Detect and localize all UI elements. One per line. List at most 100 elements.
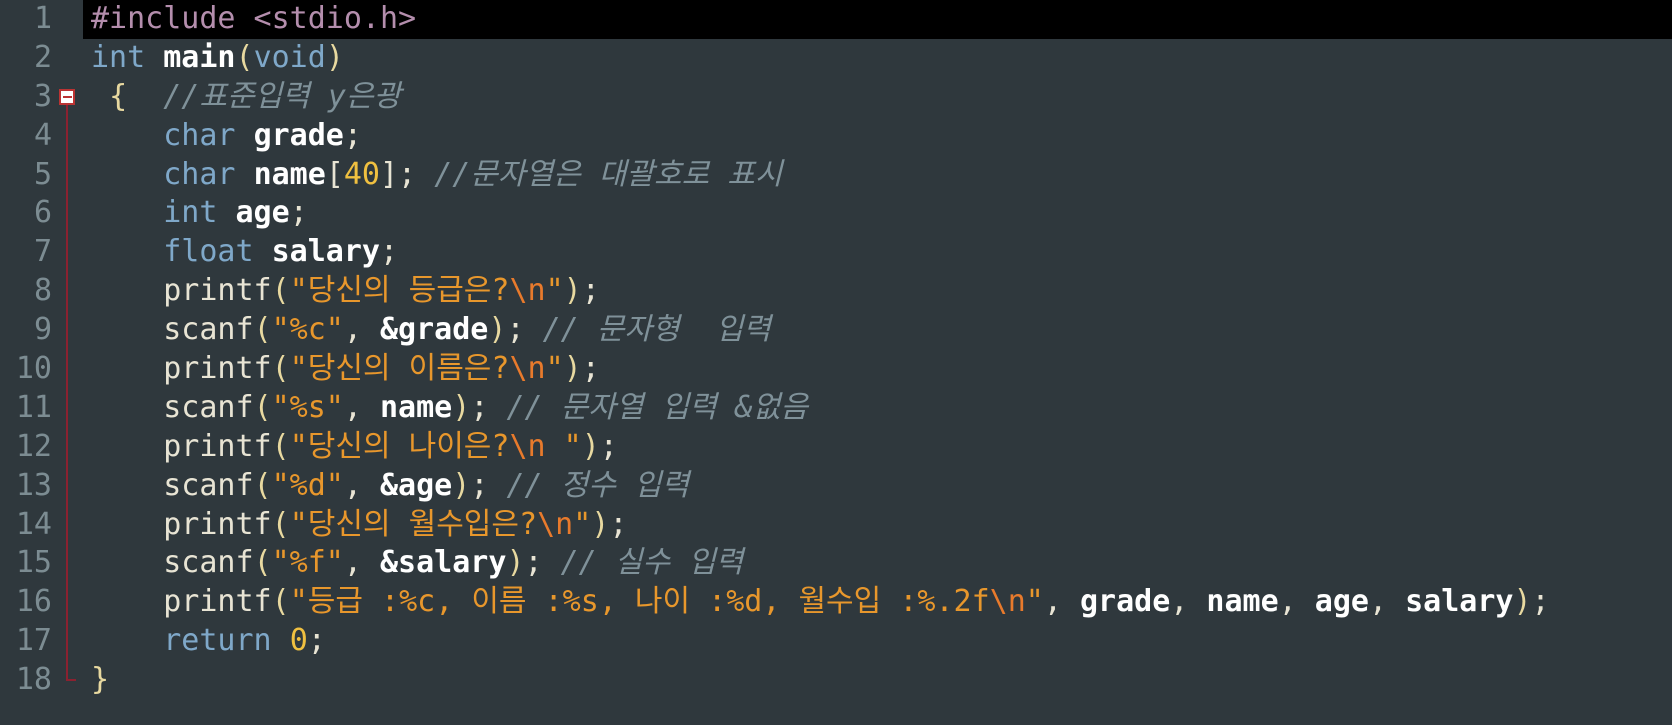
code-token: ( bbox=[253, 312, 272, 348]
fold-column[interactable] bbox=[56, 544, 78, 584]
fold-guide-line bbox=[66, 544, 68, 584]
code-line-text[interactable]: scanf("%s", name); // 문자열 입력 &없음 bbox=[83, 388, 1672, 428]
fold-column[interactable] bbox=[56, 583, 78, 623]
line-number: 11 bbox=[0, 388, 56, 428]
code-line[interactable]: 5 char name[40]; //문자열은 대괄호로 표시 bbox=[0, 155, 1672, 195]
code-line[interactable]: 14 printf("당신의 월수입은?\n"); bbox=[0, 505, 1672, 545]
line-number: 18 bbox=[0, 661, 56, 701]
code-line-text[interactable]: } bbox=[83, 661, 1672, 701]
code-line[interactable]: 18} bbox=[0, 661, 1672, 701]
code-line[interactable]: 8 printf("당신의 등급은?\n"); bbox=[0, 272, 1672, 312]
code-token: printf bbox=[163, 351, 272, 387]
code-token: " bbox=[545, 428, 582, 464]
code-line-text[interactable]: float salary; bbox=[83, 233, 1672, 273]
fold-column[interactable] bbox=[56, 155, 78, 195]
code-line[interactable]: 9 scanf("%c", &grade); // 문자형 입력 bbox=[0, 311, 1672, 351]
code-line[interactable]: 4 char grade; bbox=[0, 116, 1672, 156]
code-line[interactable]: 15 scanf("%f", &salary); // 실수 입력 bbox=[0, 544, 1672, 584]
fold-column[interactable] bbox=[56, 311, 78, 351]
code-token: ) bbox=[581, 428, 600, 464]
fold-column[interactable] bbox=[56, 116, 78, 156]
code-token: ; bbox=[581, 273, 600, 309]
code-line-text[interactable]: printf("당신의 나이은?\n "); bbox=[83, 427, 1672, 467]
code-line[interactable]: 3 { //표준입력 y은광 bbox=[0, 77, 1672, 117]
code-editor[interactable]: 1 #include <stdio.h> 2 int main(void) 3 { //… bbox=[0, 0, 1672, 725]
fold-column[interactable] bbox=[56, 466, 78, 506]
code-line-text[interactable]: char name[40]; //문자열은 대괄호로 표시 bbox=[83, 155, 1672, 195]
code-token: int bbox=[163, 195, 218, 231]
code-token: ; bbox=[470, 389, 489, 425]
fold-column[interactable] bbox=[56, 427, 78, 467]
fold-guide-line bbox=[66, 350, 68, 389]
line-number: 9 bbox=[0, 311, 56, 351]
fold-guide-line bbox=[66, 311, 68, 351]
code-token: ; bbox=[599, 428, 618, 464]
fold-column[interactable] bbox=[56, 388, 78, 428]
code-token: "당신의 등급은? bbox=[289, 273, 510, 309]
code-line-text[interactable]: { //표준입력 y은광 bbox=[83, 77, 1672, 117]
code-line-text[interactable]: printf("당신의 이름은?\n"); bbox=[83, 350, 1672, 389]
line-number: 5 bbox=[0, 155, 56, 195]
code-token: "당신의 이름은? bbox=[289, 351, 510, 387]
code-line-text[interactable]: int age; bbox=[83, 194, 1672, 234]
code-token: ( bbox=[235, 39, 254, 75]
code-token: " bbox=[545, 273, 564, 309]
code-line[interactable]: 6 int age; bbox=[0, 194, 1672, 234]
code-token: // 정수 입력 bbox=[506, 467, 690, 503]
code-line[interactable]: 16 printf("등급 :%c, 이름 :%s, 나이 :%d, 월수입 :… bbox=[0, 583, 1672, 623]
code-token: printf bbox=[163, 428, 272, 464]
code-token: scanf bbox=[163, 545, 254, 581]
fold-guide-line bbox=[66, 272, 68, 312]
code-line[interactable]: 13 scanf("%d", &age); // 정수 입력 bbox=[0, 466, 1672, 506]
code-line[interactable]: 10 printf("당신의 이름은?\n"); bbox=[0, 350, 1672, 389]
code-token: "%d" bbox=[271, 467, 344, 503]
code-line[interactable]: 1 #include <stdio.h> bbox=[0, 0, 1672, 39]
code-line-text[interactable]: scanf("%f", &salary); // 실수 입력 bbox=[83, 544, 1672, 584]
fold-column[interactable] bbox=[56, 350, 78, 389]
code-line-text[interactable]: scanf("%d", &age); // 정수 입력 bbox=[83, 466, 1672, 506]
code-token: //표준입력 y은광 bbox=[163, 78, 402, 114]
fold-column[interactable] bbox=[56, 661, 78, 701]
code-line[interactable]: 2 int main(void) bbox=[0, 38, 1672, 78]
code-line-text[interactable]: #include <stdio.h> bbox=[83, 0, 1672, 39]
code-token: \n bbox=[537, 506, 574, 542]
line-number: 17 bbox=[0, 622, 56, 662]
code-line-text[interactable]: printf("당신의 월수입은?\n"); bbox=[83, 505, 1672, 545]
code-line-text[interactable]: return 0; bbox=[83, 622, 1672, 662]
line-number: 10 bbox=[0, 350, 56, 389]
line-number: 3 bbox=[0, 77, 56, 117]
fold-column[interactable] bbox=[56, 38, 78, 78]
code-token: "당신의 나이은? bbox=[289, 428, 510, 464]
fold-guide-line bbox=[66, 233, 68, 273]
code-token: ) bbox=[452, 467, 471, 503]
code-line-text[interactable]: printf("등급 :%c, 이름 :%s, 나이 :%d, 월수입 :%.2… bbox=[83, 583, 1672, 623]
code-lines-container[interactable]: 1 #include <stdio.h> 2 int main(void) 3 { //… bbox=[0, 0, 1672, 701]
fold-column[interactable] bbox=[56, 272, 78, 312]
fold-column[interactable] bbox=[56, 194, 78, 234]
fold-column[interactable] bbox=[56, 505, 78, 545]
fold-column[interactable] bbox=[56, 233, 78, 273]
code-line[interactable]: 17 return 0; bbox=[0, 622, 1672, 662]
code-line-text[interactable]: scanf("%c", &grade); // 문자형 입력 bbox=[83, 311, 1672, 351]
fold-column[interactable] bbox=[56, 77, 78, 117]
code-token: , bbox=[343, 467, 380, 503]
fold-collapse-icon[interactable] bbox=[59, 89, 75, 106]
code-line[interactable]: 11 scanf("%s", name); // 문자열 입력 &없음 bbox=[0, 388, 1672, 428]
code-token: ( bbox=[253, 389, 272, 425]
code-line-text[interactable]: printf("당신의 등급은?\n"); bbox=[83, 272, 1672, 312]
code-token: , bbox=[1278, 584, 1315, 620]
line-number: 4 bbox=[0, 116, 56, 156]
code-line-text[interactable]: int main(void) bbox=[83, 38, 1672, 78]
code-line[interactable]: 7 float salary; bbox=[0, 233, 1672, 273]
fold-column[interactable] bbox=[56, 622, 78, 662]
code-line[interactable]: 12 printf("당신의 나이은?\n "); bbox=[0, 427, 1672, 467]
fold-column[interactable] bbox=[56, 0, 78, 39]
code-line-text[interactable]: char grade; bbox=[83, 116, 1672, 156]
